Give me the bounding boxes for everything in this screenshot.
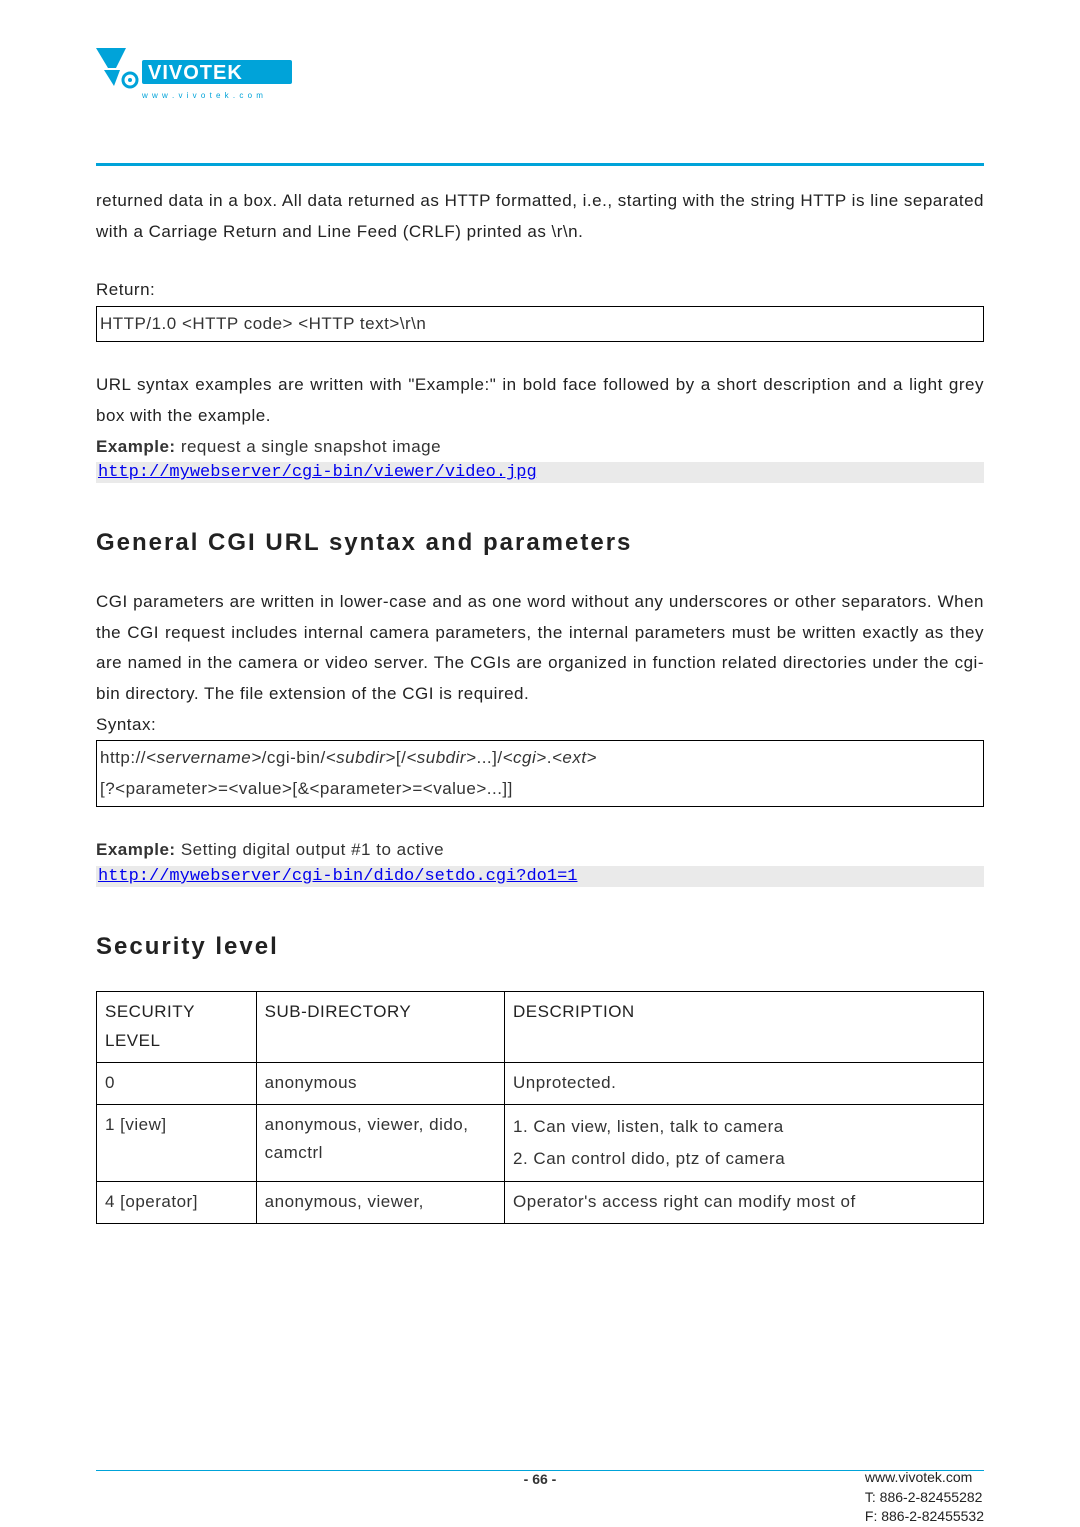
footer-site: www.vivotek.com [865,1468,984,1488]
table-header-row: SECURITY LEVEL SUB-DIRECTORY DESCRIPTION [97,991,984,1062]
example1-text: request a single snapshot image [176,437,442,456]
url-examples-paragraph: URL syntax examples are written with "Ex… [96,370,984,431]
example2-line: Example: Setting digital output #1 to ac… [96,835,984,866]
intro-paragraph: returned data in a box. All data returne… [96,186,984,247]
syntax-line2: [?<parameter>=<value>[&<parameter>=<valu… [100,774,980,805]
syntax-cgi: <cgi> [503,748,547,767]
syntax-pre: http:// [100,748,146,767]
cell-desc: Operator's access right can modify most … [505,1182,984,1224]
general-paragraph: CGI parameters are written in lower-case… [96,587,984,709]
syntax-label: Syntax: [96,710,984,741]
table-row: 1 [view] anonymous, viewer, dido, camctr… [97,1104,984,1182]
return-box-text: HTTP/1.0 <HTTP code> <HTTP text>\r\n [100,314,426,333]
cell-desc: 1. Can view, listen, talk to camera 2. C… [505,1104,984,1182]
example1-prefix: Example: [96,437,176,456]
security-table: SECURITY LEVEL SUB-DIRECTORY DESCRIPTION… [96,991,984,1224]
return-label: Return: [96,275,984,306]
heading-general-cgi: General CGI URL syntax and parameters [96,529,984,557]
table-row: 0 anonymous Unprotected. [97,1062,984,1104]
example1-line: Example: request a single snapshot image [96,432,984,463]
th-security-level: SECURITY LEVEL [97,991,257,1062]
th-description: DESCRIPTION [505,991,984,1062]
heading-security-level: Security level [96,933,984,961]
header-rule [96,163,984,166]
page-footer: - 66 - www.vivotek.com T: 886-2-82455282… [96,1450,984,1487]
svg-text:w w w . v i v o t e k . c o m: w w w . v i v o t e k . c o m [141,91,264,100]
cell-desc: Unprotected. [505,1062,984,1104]
syntax-mid3: ...]/ [476,748,502,767]
example1-box: http://mywebserver/cgi-bin/viewer/video.… [96,462,984,483]
cell-sub: anonymous [256,1062,504,1104]
svg-text:VIVOTEK: VIVOTEK [148,62,243,84]
page-number: - 66 - [96,1471,984,1487]
vivotek-logo-icon: VIVOTEK w w w . v i v o t e k . c o m [96,48,296,118]
syntax-line1: http://<servername>/cgi-bin/<subdir>[/<s… [100,743,980,774]
desc-line2: 2. Can control dido, ptz of camera [513,1143,975,1175]
syntax-subdir1: <subdir> [326,748,396,767]
cell-sub: anonymous, viewer, [256,1182,504,1224]
example2-prefix: Example: [96,840,176,859]
logo: VIVOTEK w w w . v i v o t e k . c o m [96,48,984,123]
example2-box: http://mywebserver/cgi-bin/dido/setdo.cg… [96,866,984,887]
syntax-box: http://<servername>/cgi-bin/<subdir>[/<s… [96,740,984,807]
footer-fax: F: 886-2-82455532 [865,1507,984,1527]
return-box: HTTP/1.0 <HTTP code> <HTTP text>\r\n [96,306,984,343]
syntax-ext: <ext> [552,748,597,767]
cell-level: 4 [operator] [97,1182,257,1224]
cell-level: 1 [view] [97,1104,257,1182]
footer-contact: www.vivotek.com T: 886-2-82455282 F: 886… [865,1468,984,1527]
th-sub-directory: SUB-DIRECTORY [256,991,504,1062]
syntax-subdir2: <subdir> [406,748,476,767]
example2-url[interactable]: http://mywebserver/cgi-bin/dido/setdo.cg… [98,867,577,886]
desc-line1: 1. Can view, listen, talk to camera [513,1111,975,1143]
cell-level: 0 [97,1062,257,1104]
example2-text: Setting digital output #1 to active [176,840,444,859]
table-row: 4 [operator] anonymous, viewer, Operator… [97,1182,984,1224]
footer-tel: T: 886-2-82455282 [865,1488,984,1508]
cell-sub: anonymous, viewer, dido, camctrl [256,1104,504,1182]
document-page: VIVOTEK w w w . v i v o t e k . c o m re… [0,0,1080,1527]
syntax-mid2: [/ [396,748,406,767]
syntax-servername: <servername> [146,748,262,767]
example1-url[interactable]: http://mywebserver/cgi-bin/viewer/video.… [98,463,537,482]
syntax-mid1: /cgi-bin/ [262,748,326,767]
